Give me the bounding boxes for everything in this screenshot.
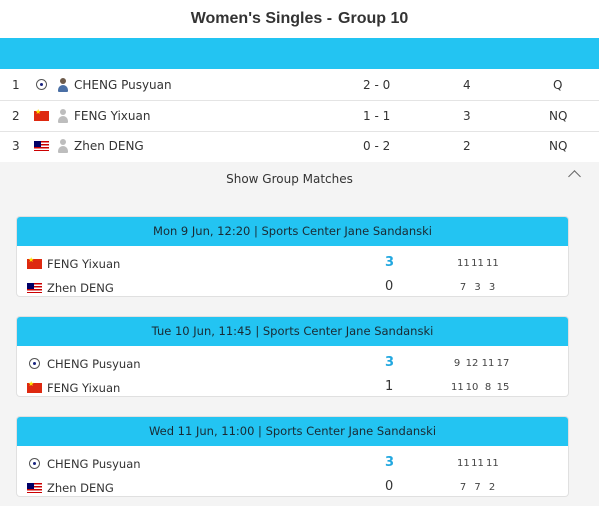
match-header: Tue 10 Jun, 11:45 | Sports Center Jane S… [17,317,568,346]
standings-header: # PLAYER / PAIR RESULTS POINTS STATUS [0,38,599,99]
china-flag-icon [27,380,42,393]
status: NQ [549,109,568,123]
match-card[interactable]: Wed 11 Jun, 11:00 | Sports Center Jane S… [17,417,568,496]
rank: 1 [12,78,20,92]
page-title: Women's Singles - Group 10 [0,0,599,38]
event-title: Women's Singles - [190,10,333,27]
game-score: 7 [474,482,481,493]
player-name[interactable]: Zhen DENG [47,281,114,295]
player-name[interactable]: CHENG Pusyuan [74,78,172,92]
game-score: 11 [471,458,484,469]
rank: 3 [12,139,20,153]
game-scores: 9 12 11 17 [451,358,541,369]
results: 1 - 1 [363,109,391,123]
match-score: 3 [385,255,395,270]
match-score: 0 [385,279,394,294]
match-score: 0 [385,479,394,494]
game-scores: 11 11 11 [457,258,547,269]
game-score: 17 [496,358,510,369]
status: Q [553,78,563,92]
standings-row[interactable]: 2 FENG Yixuan 1 - 1 3 NQ [0,101,599,132]
match-player-row: Zhen DENG 0 7 7 2 [17,475,568,496]
show-group-matches-toggle[interactable]: Show Group Matches [0,162,599,196]
game-scores: 7 3 3 [457,282,547,293]
game-score: 11 [486,258,499,269]
match-score: 3 [385,455,395,470]
points: 3 [463,109,471,123]
game-score: 11 [471,258,484,269]
game-score: 11 [481,358,495,369]
game-scores: 7 7 2 [457,482,547,493]
tpe-flag-icon [29,458,40,469]
group-title: Group 10 [338,10,409,27]
standings-row[interactable]: 1 CHENG Pusyuan 2 - 0 4 Q [0,70,599,101]
malaysia-flag-icon [27,283,42,293]
tpe-flag-icon [36,79,47,90]
results: 0 - 2 [363,139,391,153]
player-name[interactable]: Zhen DENG [74,139,144,153]
game-score: 15 [496,382,510,393]
avatar-placeholder-icon [57,139,69,153]
match-card[interactable]: Tue 10 Jun, 11:45 | Sports Center Jane S… [17,317,568,396]
match-player-row: Zhen DENG 0 7 3 3 [17,275,568,296]
player-name[interactable]: FENG Yixuan [47,381,120,395]
match-card[interactable]: Mon 9 Jun, 12:20 | Sports Center Jane Sa… [17,217,568,296]
game-score: 10 [465,382,479,393]
player-name[interactable]: FENG Yixuan [47,257,120,271]
game-score: 2 [488,482,496,493]
game-score: 3 [474,282,481,293]
results: 2 - 0 [363,78,391,92]
player-name[interactable]: CHENG Pusyuan [47,357,141,371]
standings-row[interactable]: 3 Zhen DENG 0 - 2 2 NQ [0,131,599,161]
game-scores: 11 11 11 [457,458,547,469]
game-scores: 11 10 8 15 [451,382,541,393]
match-header: Wed 11 Jun, 11:00 | Sports Center Jane S… [17,417,568,446]
match-player-row: CHENG Pusyuan 3 9 12 11 17 [17,351,568,375]
group-standings-widget: Women's Singles - Group 10 # PLAYER / PA… [0,0,599,506]
toggle-label[interactable]: Show Group Matches [0,172,579,186]
game-score: 11 [451,382,464,393]
match-score: 3 [385,355,395,370]
malaysia-flag-icon [34,141,49,151]
game-score: 11 [457,458,470,469]
game-score: 8 [484,382,492,393]
player-photo [57,78,69,92]
game-score: 9 [453,358,461,369]
game-score: 7 [459,482,467,493]
rank: 2 [12,109,20,123]
player-name[interactable]: Zhen DENG [47,481,114,495]
china-flag-icon [27,256,42,269]
game-score: 7 [459,282,467,293]
avatar-placeholder-icon [57,109,69,123]
game-score: 11 [457,258,470,269]
malaysia-flag-icon [27,483,42,493]
player-name[interactable]: FENG Yixuan [74,109,150,123]
match-player-row: FENG Yixuan 1 11 10 8 15 [17,375,568,396]
match-player-row: FENG Yixuan 3 11 11 11 [17,251,568,275]
game-score: 3 [488,282,496,293]
points: 2 [463,139,471,153]
china-flag-icon [34,108,49,121]
points: 4 [463,78,471,92]
tpe-flag-icon [29,358,40,369]
match-player-row: CHENG Pusyuan 3 11 11 11 [17,451,568,475]
match-score: 1 [385,379,394,394]
match-header: Mon 9 Jun, 12:20 | Sports Center Jane Sa… [17,217,568,246]
status: NQ [549,139,568,153]
player-name[interactable]: CHENG Pusyuan [47,457,141,471]
game-score: 11 [486,458,499,469]
game-score: 12 [465,358,479,369]
